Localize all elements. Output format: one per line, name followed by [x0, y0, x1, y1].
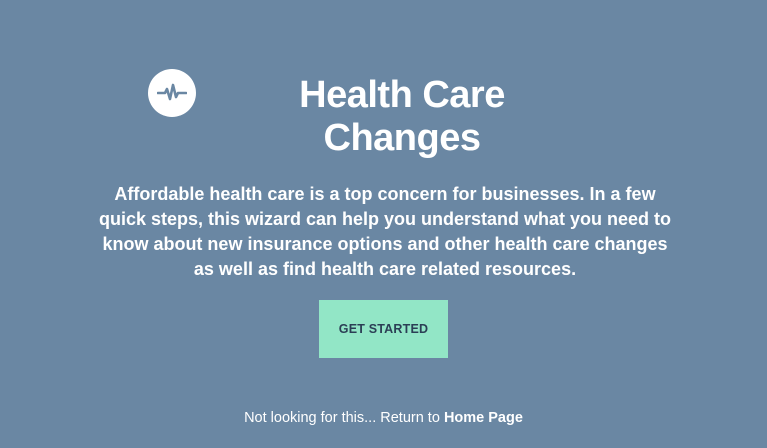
home-page-link[interactable]: Home Page — [444, 410, 523, 426]
intro-description: Affordable health care is a top concern … — [98, 184, 672, 279]
get-started-button[interactable]: GET STARTED — [319, 300, 448, 358]
footer-return-text: Not looking for this... Return to Home P… — [0, 408, 767, 428]
page-title: Health Care Changes — [0, 74, 767, 160]
page-title-line-2: Changes — [323, 117, 481, 159]
footer-prefix: Not looking for this... Return to — [244, 410, 444, 426]
page-title-line-1: Health Care — [299, 74, 505, 116]
